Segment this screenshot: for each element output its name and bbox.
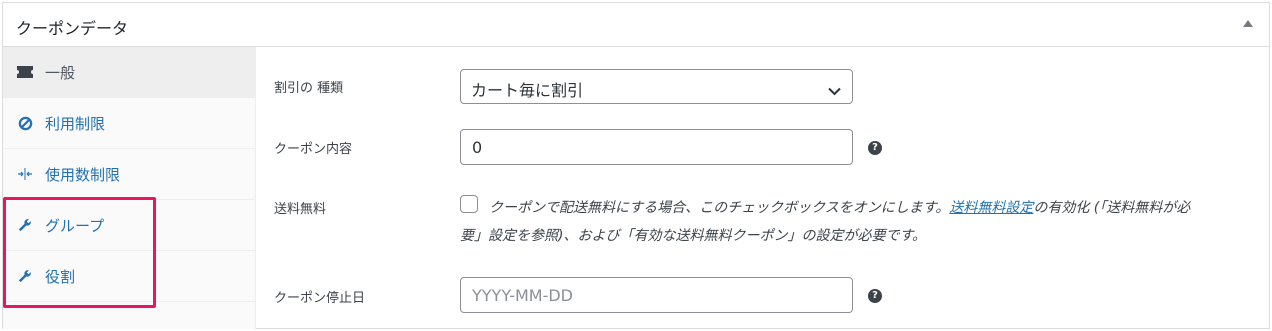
tab-general-label: 一般 bbox=[45, 63, 76, 82]
tab-roles[interactable]: 役割 bbox=[3, 251, 255, 302]
arrows-collapse-icon bbox=[15, 164, 35, 184]
discount-type-select[interactable]: カート毎に割引 bbox=[460, 69, 853, 104]
free-shipping-description-line2: 要」設定を参照)、および「有効な送料無料クーポン」の設定が必要です。 bbox=[460, 228, 927, 244]
free-shipping-checkbox[interactable] bbox=[460, 195, 478, 213]
discount-type-label: 割引の 種類 bbox=[274, 81, 344, 96]
description-text-1: クーポンで配送無料にする場合、このチェックボックスをオンにします。 bbox=[489, 200, 950, 216]
panel-title: クーポンデータ bbox=[16, 19, 129, 38]
free-shipping-label: 送料無料 bbox=[274, 202, 327, 217]
wrench-icon bbox=[15, 266, 35, 286]
tab-groups[interactable]: グループ bbox=[3, 200, 255, 251]
discount-type-value: カート毎に割引 bbox=[471, 81, 584, 100]
tab-usage-restriction[interactable]: 利用制限 bbox=[3, 98, 255, 149]
coupon-tabs-sidebar: 一般 利用制限 使用数制限 グループ 役割 bbox=[3, 47, 256, 329]
tab-usage-limits-label: 使用数制限 bbox=[45, 165, 121, 184]
panel-header: クーポンデータ bbox=[3, 3, 1269, 47]
ticket-icon bbox=[15, 62, 35, 82]
coupon-amount-input[interactable]: 0 bbox=[460, 129, 853, 165]
coupon-general-panel: 割引の 種類 カート毎に割引 クーポン内容 0 ? 送料無料 クーポンで配送無料… bbox=[257, 47, 1269, 328]
tab-general[interactable]: 一般 bbox=[3, 47, 255, 98]
free-shipping-description: クーポンで配送無料にする場合、このチェックボックスをオンにします。送料無料設定の… bbox=[489, 192, 1269, 225]
tab-groups-label: グループ bbox=[45, 216, 105, 235]
tab-usage-limits[interactable]: 使用数制限 bbox=[3, 149, 255, 200]
ban-icon bbox=[15, 113, 35, 133]
coupon-amount-label: クーポン内容 bbox=[274, 142, 353, 157]
chevron-down-icon bbox=[828, 81, 841, 100]
description-text-2: の有効化 (「送料無料が必 bbox=[1033, 200, 1191, 216]
tab-roles-label: 役割 bbox=[45, 267, 76, 286]
free-shipping-settings-link[interactable]: 送料無料設定 bbox=[949, 200, 1033, 216]
wrench-icon bbox=[15, 215, 35, 235]
expiry-date-input[interactable]: YYYY-MM-DD bbox=[460, 277, 853, 313]
collapse-toggle-icon[interactable] bbox=[1243, 20, 1253, 27]
help-icon[interactable]: ? bbox=[868, 289, 882, 303]
expiry-date-label: クーポン停止日 bbox=[274, 291, 366, 306]
coupon-data-panel: クーポンデータ 一般 利用制限 使用数制限 グループ 役割 割引の 種類 カート… bbox=[2, 2, 1270, 329]
help-icon[interactable]: ? bbox=[868, 141, 882, 155]
tab-usage-restriction-label: 利用制限 bbox=[45, 114, 106, 133]
